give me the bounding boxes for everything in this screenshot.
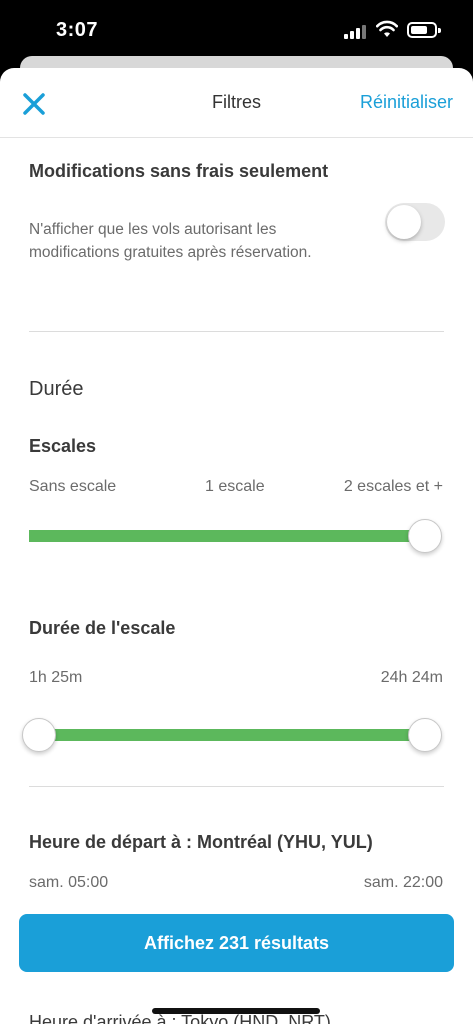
reset-button[interactable]: Réinitialiser [360, 92, 453, 113]
battery-icon [407, 22, 441, 38]
stops-label-one: 1 escale [205, 478, 265, 495]
layover-slider-min-thumb[interactable] [22, 718, 56, 752]
cellular-signal-icon [344, 23, 368, 39]
free-changes-description: N'afficher que les vols autorisant les m… [29, 221, 312, 261]
layover-slider-max-thumb[interactable] [408, 718, 442, 752]
home-indicator[interactable] [152, 1008, 320, 1014]
divider [29, 786, 444, 787]
toggle-knob [387, 205, 421, 239]
layover-max-label: 24h 24m [380, 669, 443, 686]
layover-slider-track[interactable] [38, 729, 425, 741]
departure-time-title: Heure de départ à : Montréal (YHU, YUL) [29, 832, 373, 852]
status-time: 3:07 [56, 19, 99, 41]
wifi-icon [376, 20, 398, 37]
filters-sheet: Filtres Réinitialiser Modifications sans… [0, 68, 473, 1024]
stops-slider-thumb[interactable] [408, 519, 442, 553]
filters-header: Filtres Réinitialiser [0, 68, 473, 138]
stops-label-nonstop: Sans escale [29, 478, 117, 495]
stops-slider-track[interactable] [29, 530, 425, 542]
departure-min-label: sam. 05:00 [29, 874, 109, 891]
stops-title: Escales [29, 436, 97, 456]
free-changes-toggle[interactable] [385, 203, 445, 241]
departure-max-label: sam. 22:00 [363, 874, 443, 891]
layover-duration-title: Durée de l'escale [29, 618, 176, 638]
free-changes-title: Modifications sans frais seulement [29, 161, 329, 181]
status-bar: 3:07 [0, 0, 473, 62]
divider [29, 331, 444, 332]
layover-min-label: 1h 25m [29, 669, 83, 686]
show-results-button[interactable]: Affichez 231 résultats [19, 914, 454, 972]
stops-label-two-plus: 2 escales et + [343, 478, 443, 495]
duration-section-title: Durée [29, 378, 84, 400]
